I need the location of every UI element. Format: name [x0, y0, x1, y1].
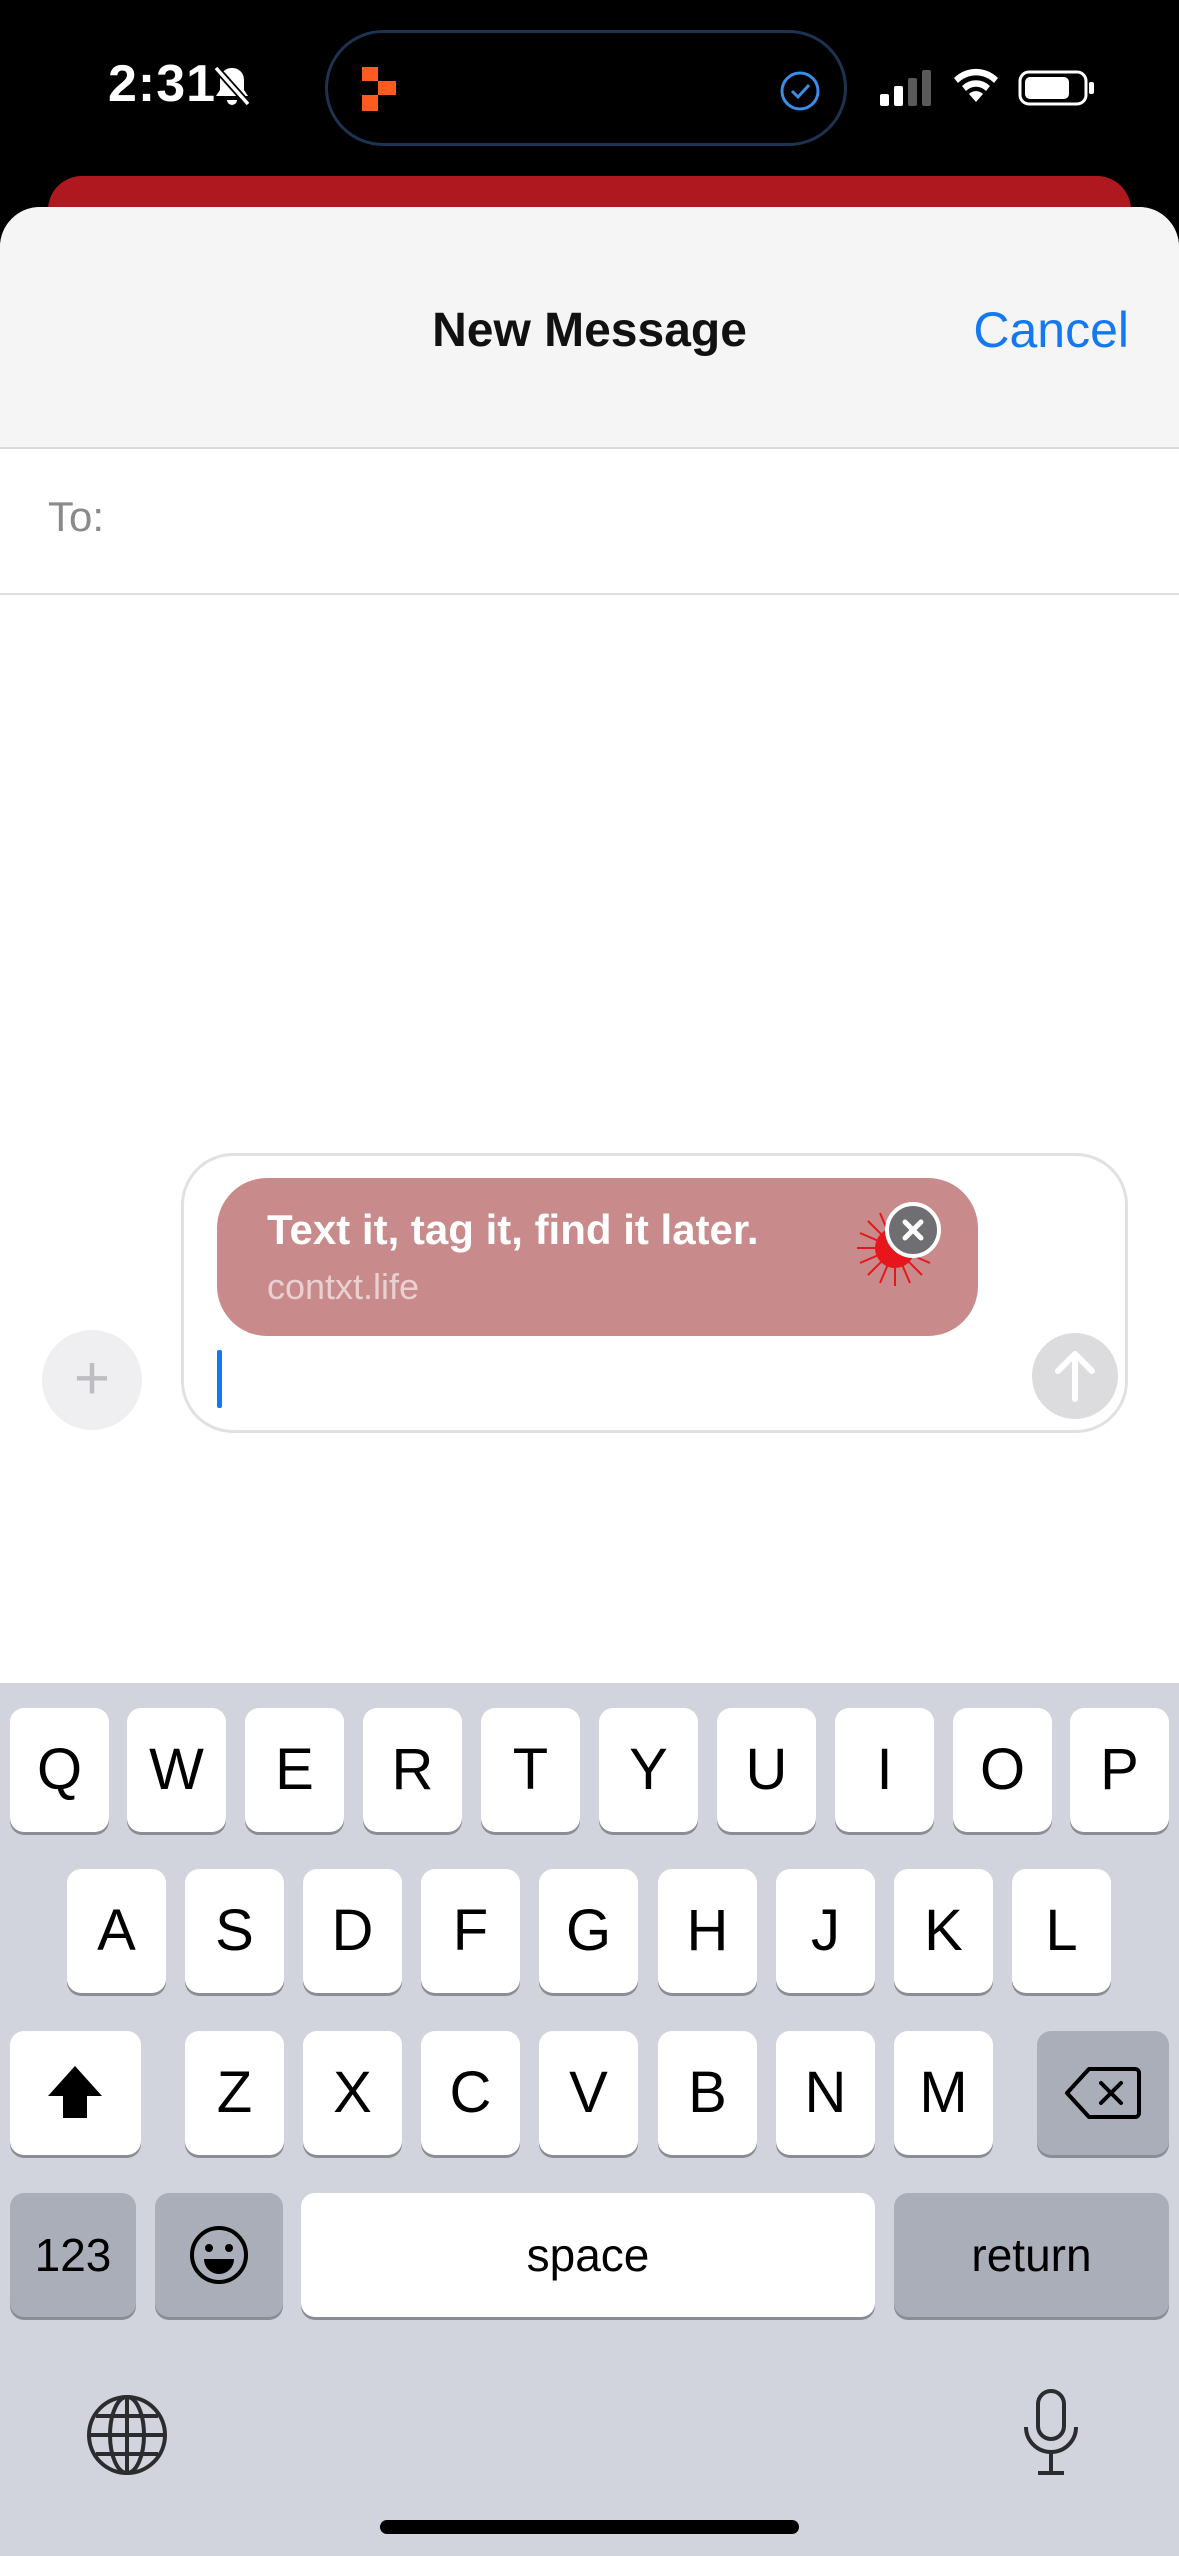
close-icon [902, 1219, 924, 1241]
delete-icon [1065, 2067, 1141, 2119]
navigation-bar: New Message Cancel [0, 207, 1179, 449]
key-y[interactable]: Y [599, 1708, 698, 1832]
key-n[interactable]: N [776, 2031, 875, 2155]
text-cursor [217, 1350, 222, 1408]
key-z[interactable]: Z [185, 2031, 284, 2155]
key-s[interactable]: S [185, 1869, 284, 1993]
key-d[interactable]: D [303, 1869, 402, 1993]
arrow-up-icon [1055, 1351, 1095, 1402]
microphone-icon[interactable] [1018, 2387, 1084, 2479]
key-r[interactable]: R [363, 1708, 462, 1832]
link-preview[interactable]: Text it, tag it, find it later. contxt.l… [217, 1178, 978, 1336]
link-preview-url: contxt.life [267, 1266, 420, 1307]
new-message-sheet: New Message Cancel To: [0, 207, 1179, 1687]
key-m[interactable]: M [894, 2031, 993, 2155]
key-l[interactable]: L [1012, 1869, 1111, 1993]
send-button[interactable] [1032, 1333, 1118, 1419]
shift-key[interactable] [10, 2031, 141, 2155]
key-o[interactable]: O [953, 1708, 1052, 1832]
link-preview-title: Text it, tag it, find it later. [267, 1206, 759, 1253]
key-c[interactable]: C [421, 2031, 520, 2155]
key-k[interactable]: K [894, 1869, 993, 1993]
cancel-button[interactable]: Cancel [973, 301, 1129, 359]
key-g[interactable]: G [539, 1869, 638, 1993]
key-f[interactable]: F [421, 1869, 520, 1993]
key-u[interactable]: U [717, 1708, 816, 1832]
bell-slash-icon [213, 65, 251, 107]
battery-icon [1018, 70, 1094, 106]
key-h[interactable]: H [658, 1869, 757, 1993]
status-time: 2:31 [108, 55, 217, 113]
check-circle-icon [780, 71, 820, 111]
emoji-key[interactable] [155, 2193, 283, 2317]
home-indicator[interactable] [380, 2520, 799, 2534]
add-attachment-button[interactable]: + [42, 1330, 142, 1430]
remove-preview-button[interactable] [885, 1202, 941, 1258]
key-p[interactable]: P [1070, 1708, 1169, 1832]
emoji-icon [190, 2226, 248, 2284]
key-q[interactable]: Q [10, 1708, 109, 1832]
key-b[interactable]: B [658, 2031, 757, 2155]
status-bar: 2:31 [0, 0, 1179, 180]
cellular-signal-icon [880, 70, 931, 106]
space-key[interactable]: space [301, 2193, 875, 2317]
return-key[interactable]: return [894, 2193, 1169, 2317]
key-w[interactable]: W [127, 1708, 226, 1832]
recipient-label: To: [48, 493, 105, 540]
key-e[interactable]: E [245, 1708, 344, 1832]
recipient-field[interactable]: To: [0, 447, 1179, 595]
key-j[interactable]: J [776, 1869, 875, 1993]
delete-key[interactable] [1037, 2031, 1169, 2155]
shift-icon [48, 2066, 102, 2118]
key-x[interactable]: X [303, 2031, 402, 2155]
key-a[interactable]: A [67, 1869, 166, 1993]
key-v[interactable]: V [539, 2031, 638, 2155]
globe-icon[interactable] [82, 2390, 172, 2480]
key-i[interactable]: I [835, 1708, 934, 1832]
dynamic-island[interactable] [325, 30, 847, 146]
app-activity-icon [362, 67, 396, 111]
key-t[interactable]: T [481, 1708, 580, 1832]
wifi-icon [954, 68, 998, 102]
numbers-key[interactable]: 123 [10, 2193, 136, 2317]
plus-icon: + [73, 1344, 111, 1413]
